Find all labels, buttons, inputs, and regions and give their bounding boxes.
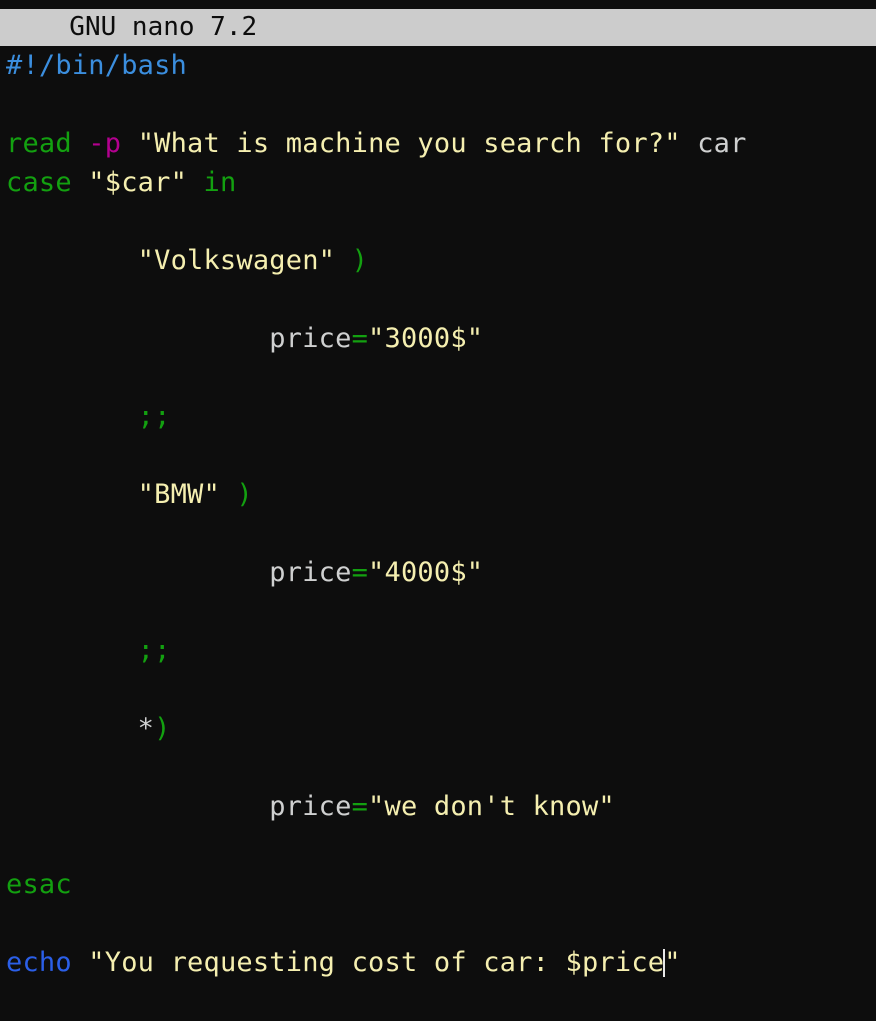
code-line[interactable] bbox=[0, 982, 876, 1021]
code-token: in bbox=[203, 167, 237, 198]
code-line[interactable]: read -p "What is machine you search for?… bbox=[0, 124, 876, 163]
code-line[interactable]: ;; bbox=[0, 397, 876, 436]
code-token: " bbox=[664, 947, 681, 978]
code-token: price bbox=[269, 791, 352, 822]
code-line[interactable] bbox=[0, 904, 876, 943]
code-token: "4000$" bbox=[368, 557, 484, 588]
code-line[interactable] bbox=[0, 202, 876, 241]
code-token: car bbox=[697, 128, 747, 159]
code-line[interactable] bbox=[0, 592, 876, 631]
code-token: -p bbox=[88, 128, 122, 159]
code-line[interactable]: price="3000$" bbox=[0, 319, 876, 358]
code-token: #!/bin/bash bbox=[6, 50, 188, 81]
code-token: ) bbox=[154, 713, 171, 744]
code-token: = bbox=[351, 791, 369, 822]
code-line[interactable]: echo "You requesting cost of car: $price… bbox=[0, 943, 876, 982]
nano-editor-window: GNU nano 7.2 #!/bin/bash read -p "What i… bbox=[0, 0, 876, 1014]
code-token: esac bbox=[6, 869, 72, 900]
code-line[interactable]: case "$car" in bbox=[0, 163, 876, 202]
code-line[interactable] bbox=[0, 826, 876, 865]
code-token: = bbox=[351, 323, 369, 354]
code-line[interactable]: "Volkswagen" ) bbox=[0, 241, 876, 280]
code-line[interactable] bbox=[0, 748, 876, 787]
code-token: "Volkswagen" bbox=[137, 245, 336, 276]
code-token: "$car" bbox=[88, 167, 188, 198]
code-line[interactable] bbox=[0, 358, 876, 397]
code-token: "BMW" bbox=[137, 479, 220, 510]
code-token: "What is machine you search for?" bbox=[137, 128, 681, 159]
editor-text-area[interactable]: #!/bin/bash read -p "What is machine you… bbox=[0, 46, 876, 1014]
code-token: ) bbox=[351, 245, 369, 276]
code-token: "we don't know" bbox=[368, 791, 615, 822]
code-token: read bbox=[6, 128, 72, 159]
code-token: ;; bbox=[137, 401, 171, 432]
code-token: ;; bbox=[137, 635, 171, 666]
code-line[interactable]: price="we don't know" bbox=[0, 787, 876, 826]
code-line[interactable]: price="4000$" bbox=[0, 553, 876, 592]
code-token: price bbox=[269, 323, 352, 354]
code-token: = bbox=[351, 557, 369, 588]
code-line[interactable]: #!/bin/bash bbox=[0, 46, 876, 85]
code-line[interactable] bbox=[0, 670, 876, 709]
code-token: case bbox=[6, 167, 72, 198]
code-token: ) bbox=[236, 479, 253, 510]
code-line[interactable]: esac bbox=[0, 865, 876, 904]
code-line[interactable] bbox=[0, 514, 876, 553]
code-line[interactable]: *) bbox=[0, 709, 876, 748]
code-token: * bbox=[137, 713, 155, 744]
code-line[interactable] bbox=[0, 85, 876, 124]
titlebar: GNU nano 7.2 bbox=[0, 9, 876, 46]
code-line[interactable] bbox=[0, 280, 876, 319]
titlebar-title: GNU nano 7.2 bbox=[38, 12, 258, 42]
code-token: echo bbox=[6, 947, 72, 978]
code-line[interactable]: ;; bbox=[0, 631, 876, 670]
code-line[interactable]: "BMW" ) bbox=[0, 475, 876, 514]
code-token: price bbox=[269, 557, 352, 588]
code-token: "You requesting cost of car: $price bbox=[88, 947, 665, 978]
code-line[interactable] bbox=[0, 436, 876, 475]
code-token: "3000$" bbox=[368, 323, 484, 354]
